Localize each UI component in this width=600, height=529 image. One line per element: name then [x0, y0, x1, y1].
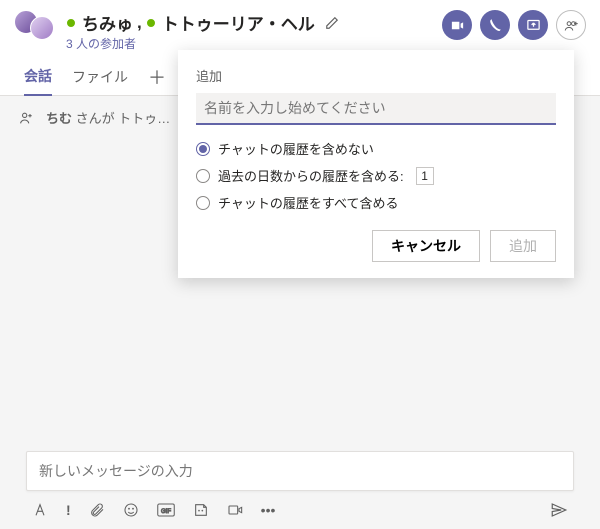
meeting-icon[interactable] — [227, 502, 243, 518]
radio-icon — [196, 196, 210, 210]
radio-label: チャットの履歴を含めない — [218, 139, 374, 158]
compose-input[interactable]: 新しいメッセージの入力 — [26, 451, 574, 491]
emoji-icon[interactable] — [123, 502, 139, 518]
name-input[interactable] — [196, 93, 556, 125]
person-add-icon — [18, 110, 36, 126]
avatar — [30, 16, 54, 40]
title-block: ちみゅ, トトゥーリア・ヘル 3 人の参加者 — [66, 10, 442, 52]
priority-icon[interactable]: ! — [66, 502, 71, 518]
presence-indicator — [146, 18, 156, 28]
radio-option-none[interactable]: チャットの履歴を含めない — [196, 139, 556, 158]
cancel-button[interactable]: キャンセル — [372, 230, 480, 262]
add-button: 追加 — [490, 230, 556, 262]
participant-name: ちみゅ — [82, 10, 133, 35]
composer: 新しいメッセージの入力 ! GIF ••• — [0, 451, 600, 529]
radio-icon — [196, 169, 210, 183]
format-icon[interactable] — [32, 502, 48, 518]
more-icon[interactable]: ••• — [261, 502, 276, 518]
svg-text:GIF: GIF — [161, 509, 171, 515]
radio-option-all[interactable]: チャットの履歴をすべて含める — [196, 193, 556, 212]
attach-icon[interactable] — [89, 502, 105, 518]
presence-indicator — [66, 18, 76, 28]
participant-name: トトゥーリア・ヘル — [162, 10, 315, 35]
compose-toolbar: ! GIF ••• — [26, 491, 574, 519]
radio-label: チャットの履歴をすべて含める — [218, 193, 398, 212]
add-people-button[interactable] — [556, 10, 586, 40]
radio-option-days[interactable]: 過去の日数からの履歴を含める: 1 — [196, 166, 556, 185]
tab-files[interactable]: ファイル — [72, 59, 128, 95]
video-call-button[interactable] — [442, 10, 472, 40]
separator: , — [137, 13, 142, 33]
system-msg-text: さんが トトゥ… — [72, 111, 170, 126]
edit-icon[interactable] — [325, 16, 339, 30]
dialog-title: 追加 — [196, 66, 556, 85]
add-tab-button[interactable]: ＋ — [148, 64, 166, 90]
compose-placeholder: 新しいメッセージの入力 — [39, 461, 193, 481]
radio-icon — [196, 142, 210, 156]
sticker-icon[interactable] — [193, 502, 209, 518]
system-msg-user: ちむ — [46, 111, 72, 126]
history-radio-group: チャットの履歴を含めない 過去の日数からの履歴を含める: 1 チャットの履歴をす… — [196, 139, 556, 212]
audio-call-button[interactable] — [480, 10, 510, 40]
gif-icon[interactable]: GIF — [157, 502, 175, 518]
days-input[interactable]: 1 — [416, 167, 434, 185]
add-people-dialog: 追加 チャットの履歴を含めない 過去の日数からの履歴を含める: 1 チャットの履… — [178, 50, 574, 278]
avatar-stack — [14, 10, 56, 46]
dialog-actions: キャンセル 追加 — [196, 230, 556, 262]
send-button[interactable] — [550, 501, 568, 519]
share-screen-button[interactable] — [518, 10, 548, 40]
radio-label: 過去の日数からの履歴を含める: — [218, 166, 404, 185]
header-actions — [442, 10, 586, 40]
tab-conversation[interactable]: 会話 — [24, 58, 52, 96]
